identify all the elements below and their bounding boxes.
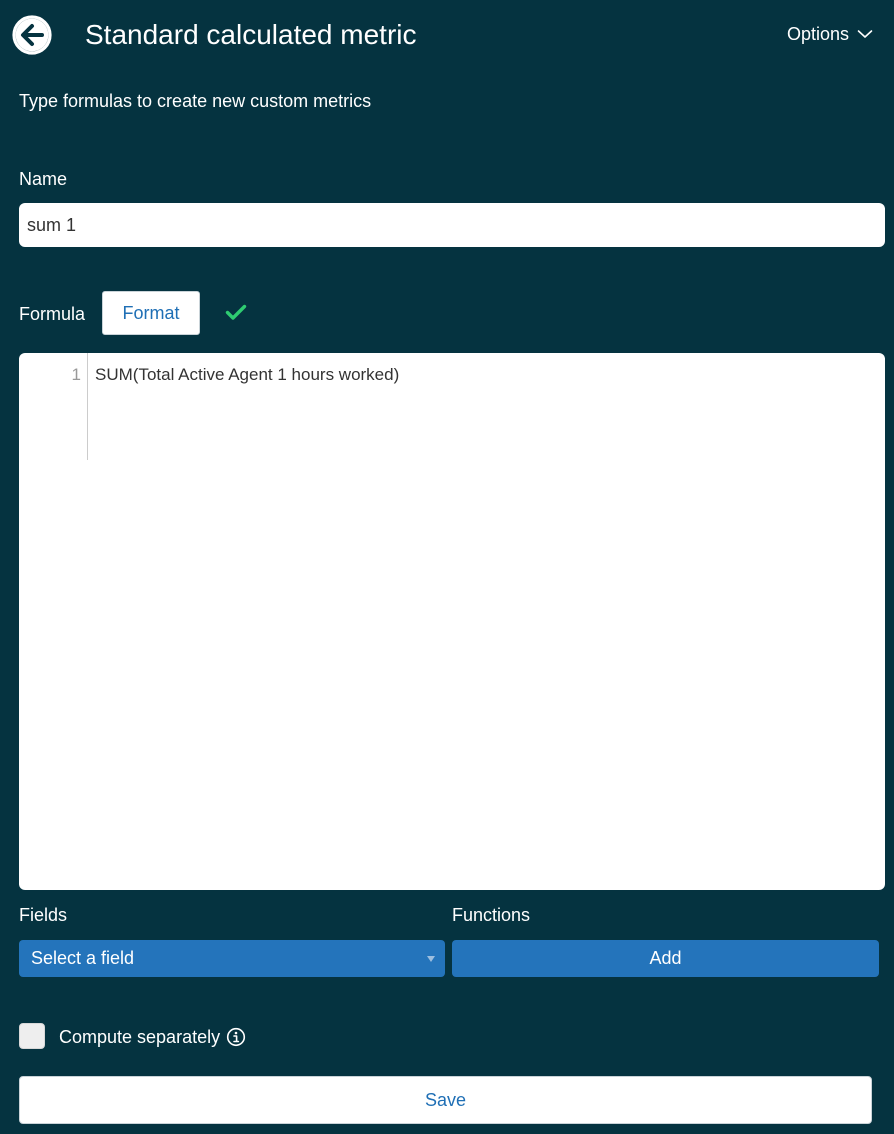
format-button[interactable]: Format xyxy=(102,291,200,335)
field-select[interactable]: Select a field xyxy=(19,940,445,977)
formula-label: Formula xyxy=(19,304,86,324)
field-select-value: Select a field xyxy=(31,948,135,968)
name-input[interactable] xyxy=(19,203,885,247)
formula-code-line: SUM(Total Active Agent 1 hours worked) xyxy=(95,365,400,384)
info-circle-icon[interactable] xyxy=(226,1027,246,1047)
checkmark-icon xyxy=(225,304,247,320)
add-function-button[interactable]: Add xyxy=(452,940,879,977)
save-button[interactable]: Save xyxy=(19,1076,872,1124)
options-menu[interactable]: Options xyxy=(787,22,873,46)
caret-down-icon xyxy=(427,955,435,962)
editor-gutter: 1 xyxy=(19,353,88,460)
back-button[interactable] xyxy=(11,14,53,56)
compute-separately-label: Compute separately xyxy=(59,1027,221,1047)
fields-label: Fields xyxy=(19,905,68,925)
options-label: Options xyxy=(787,24,850,44)
arrow-left-circle-icon xyxy=(12,15,52,55)
page-subtitle: Type formulas to create new custom metri… xyxy=(19,91,372,111)
compute-separately-checkbox[interactable] xyxy=(19,1023,45,1049)
compute-separately: Compute separately xyxy=(59,1026,246,1048)
formula-editor[interactable]: 1 SUM(Total Active Agent 1 hours worked) xyxy=(19,353,885,890)
functions-label: Functions xyxy=(452,905,531,925)
chevron-down-icon xyxy=(857,30,873,38)
page-title: Standard calculated metric xyxy=(85,19,417,50)
name-label: Name xyxy=(19,169,68,189)
line-number: 1 xyxy=(71,365,81,384)
